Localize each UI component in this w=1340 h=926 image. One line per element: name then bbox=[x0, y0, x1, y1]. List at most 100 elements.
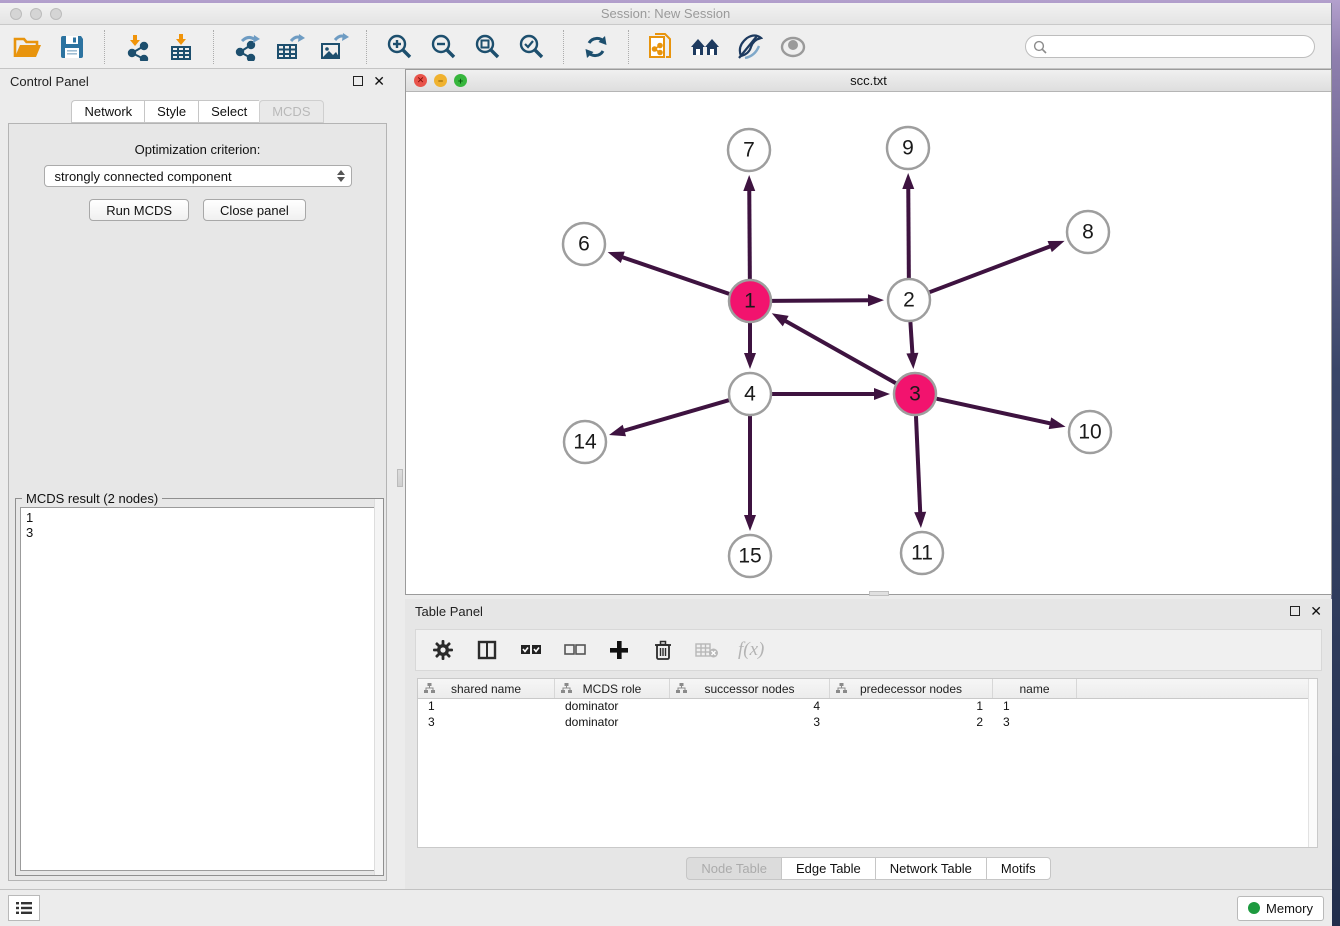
optimization-criterion-select[interactable]: strongly connected component bbox=[44, 165, 352, 187]
close-panel-icon[interactable]: ✕ bbox=[373, 76, 385, 86]
tab-select[interactable]: Select bbox=[198, 100, 259, 123]
zoom-selected-button[interactable] bbox=[513, 30, 549, 64]
network-graph[interactable]: 1234678910111415 bbox=[406, 92, 1331, 594]
task-history-button[interactable] bbox=[8, 895, 40, 921]
window-close-button[interactable] bbox=[10, 8, 22, 20]
search-field[interactable] bbox=[1025, 35, 1315, 58]
tab-mcds[interactable]: MCDS bbox=[259, 100, 323, 123]
select-all-icon bbox=[520, 643, 542, 657]
table-cell[interactable]: 1 bbox=[418, 699, 555, 715]
search-input[interactable] bbox=[1047, 38, 1314, 56]
table-cell[interactable]: dominator bbox=[555, 715, 670, 731]
memory-button[interactable]: Memory bbox=[1237, 896, 1324, 921]
graph-node-label: 14 bbox=[573, 431, 597, 454]
graph-edge-1-7[interactable] bbox=[749, 188, 750, 279]
import-table-button[interactable] bbox=[163, 30, 199, 64]
window-zoom-button[interactable] bbox=[50, 8, 62, 20]
splitter-grip[interactable] bbox=[397, 469, 403, 487]
columns-icon bbox=[477, 640, 497, 660]
network-close-button[interactable]: ✕ bbox=[414, 74, 427, 87]
copy-network-button[interactable] bbox=[643, 30, 679, 64]
tab-edge-table[interactable]: Edge Table bbox=[781, 857, 875, 880]
column-header-shared-name[interactable]: shared name bbox=[418, 679, 555, 698]
tab-motifs[interactable]: Motifs bbox=[986, 857, 1051, 880]
network-resize-grip[interactable] bbox=[869, 591, 889, 596]
table-cell[interactable]: 1 bbox=[830, 699, 993, 715]
column-type-icon bbox=[676, 683, 687, 694]
table-cell[interactable]: dominator bbox=[555, 699, 670, 715]
table-cell[interactable]: 4 bbox=[670, 699, 830, 715]
export-network-button[interactable] bbox=[228, 30, 264, 64]
table-panel: Table Panel ✕ bbox=[405, 599, 1332, 891]
refresh-icon bbox=[582, 33, 610, 61]
graph-edge-2-3[interactable] bbox=[910, 322, 912, 356]
tab-style[interactable]: Style bbox=[144, 100, 198, 123]
column-header-name[interactable]: name bbox=[993, 679, 1077, 698]
float-table-panel-icon[interactable] bbox=[1290, 606, 1300, 616]
zoom-in-button[interactable] bbox=[381, 30, 417, 64]
column-header-predecessor-nodes[interactable]: predecessor nodes bbox=[830, 679, 993, 698]
table-scrollbar[interactable] bbox=[1308, 679, 1317, 847]
home-button[interactable] bbox=[687, 30, 723, 64]
graph-edge-4-14[interactable] bbox=[621, 400, 728, 431]
column-header-MCDS-role[interactable]: MCDS role bbox=[555, 679, 670, 698]
deselect-all-icon bbox=[564, 643, 586, 657]
refresh-button[interactable] bbox=[578, 30, 614, 64]
network-canvas[interactable]: 1234678910111415 bbox=[406, 92, 1331, 594]
table-row[interactable]: 3dominator323 bbox=[418, 715, 1317, 731]
visual-style-button[interactable] bbox=[731, 30, 767, 64]
main-toolbar bbox=[0, 25, 1331, 69]
export-image-button[interactable] bbox=[316, 30, 352, 64]
window-minimize-button[interactable] bbox=[30, 8, 42, 20]
table-cell[interactable]: 2 bbox=[830, 715, 993, 731]
tab-network[interactable]: Network bbox=[71, 100, 144, 123]
graph-edge-1-2[interactable] bbox=[772, 300, 871, 301]
add-column-button[interactable] bbox=[606, 637, 632, 663]
delete-table-button[interactable] bbox=[694, 637, 720, 663]
mcds-result-text[interactable]: 1 3 bbox=[20, 507, 379, 871]
eye-button[interactable] bbox=[775, 30, 811, 64]
close-table-panel-icon[interactable]: ✕ bbox=[1310, 606, 1322, 616]
table-cell[interactable]: 1 bbox=[993, 699, 1077, 715]
tab-network-table[interactable]: Network Table bbox=[875, 857, 986, 880]
export-table-button[interactable] bbox=[272, 30, 308, 64]
graph-edge-2-9[interactable] bbox=[908, 186, 909, 278]
select-all-button[interactable] bbox=[518, 637, 544, 663]
open-file-button[interactable] bbox=[10, 30, 46, 64]
graph-edge-3-10[interactable] bbox=[936, 399, 1052, 424]
import-network-button[interactable] bbox=[119, 30, 155, 64]
graph-edge-3-11[interactable] bbox=[916, 416, 920, 515]
column-header-successor-nodes[interactable]: successor nodes bbox=[670, 679, 830, 698]
table-cell[interactable]: 3 bbox=[418, 715, 555, 731]
table-cell[interactable]: 3 bbox=[670, 715, 830, 731]
table-panel-tabs: Node Table Edge Table Network Table Moti… bbox=[405, 857, 1332, 880]
close-panel-button[interactable]: Close panel bbox=[203, 199, 306, 221]
zoom-out-button[interactable] bbox=[425, 30, 461, 64]
tab-node-table[interactable]: Node Table bbox=[686, 857, 781, 880]
table-cell[interactable]: 3 bbox=[993, 715, 1077, 731]
zoom-fit-button[interactable] bbox=[469, 30, 505, 64]
function-builder-button[interactable]: f(x) bbox=[738, 637, 764, 663]
node-table-header: shared nameMCDS rolesuccessor nodesprede… bbox=[418, 679, 1317, 699]
delete-button[interactable] bbox=[650, 637, 676, 663]
network-maximize-button[interactable]: + bbox=[454, 74, 467, 87]
graph-edge-3-1[interactable] bbox=[783, 320, 896, 384]
zoom-fit-icon bbox=[473, 33, 501, 61]
columns-button[interactable] bbox=[474, 637, 500, 663]
graph-edge-2-8[interactable] bbox=[930, 245, 1053, 292]
network-window-titlebar: ✕ − + scc.txt bbox=[406, 70, 1331, 92]
panel-splitter[interactable] bbox=[395, 69, 405, 887]
network-minimize-button[interactable]: − bbox=[434, 74, 447, 87]
table-row[interactable]: 1dominator411 bbox=[418, 699, 1317, 715]
result-scrollbar[interactable] bbox=[374, 499, 383, 875]
graph-edge-1-6[interactable] bbox=[620, 256, 729, 294]
control-panel-header: Control Panel ✕ bbox=[0, 69, 395, 93]
float-panel-icon[interactable] bbox=[353, 76, 363, 86]
delete-table-icon bbox=[695, 641, 719, 659]
run-mcds-button[interactable]: Run MCDS bbox=[89, 199, 189, 221]
save-session-button[interactable] bbox=[54, 30, 90, 64]
save-icon bbox=[59, 34, 85, 60]
edge-arrowhead bbox=[743, 175, 755, 191]
gear-button[interactable] bbox=[430, 637, 456, 663]
deselect-all-button[interactable] bbox=[562, 637, 588, 663]
